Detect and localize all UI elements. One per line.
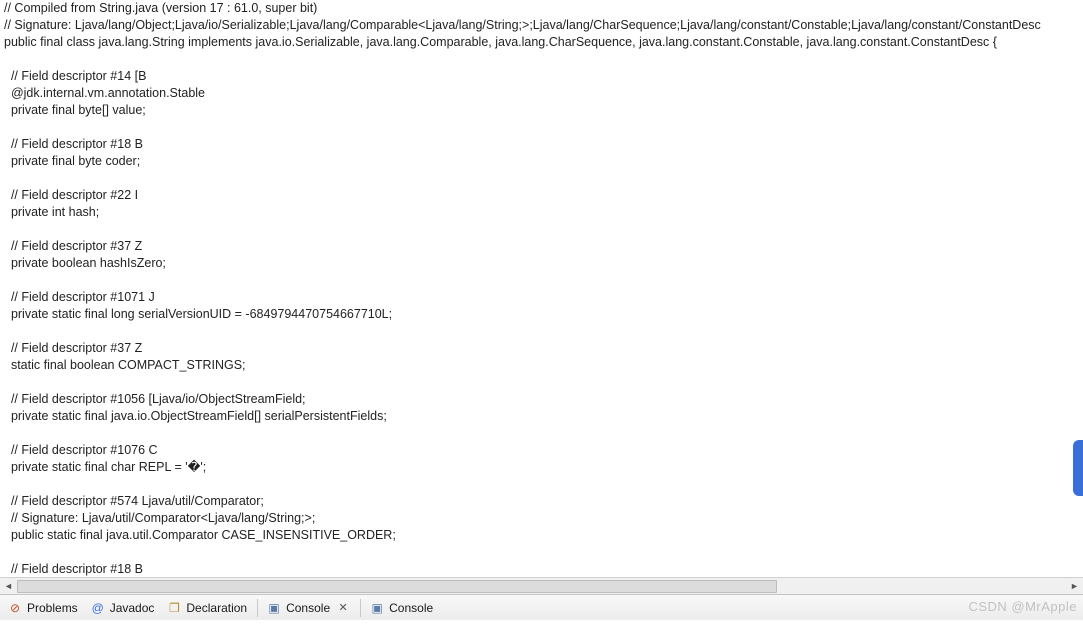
code-line: // Field descriptor #18 B [4, 136, 1079, 153]
code-line [4, 272, 1079, 289]
tab-separator [257, 599, 258, 617]
code-line: // Field descriptor #574 Ljava/util/Comp… [4, 493, 1079, 510]
scroll-thumb[interactable] [17, 580, 777, 593]
code-line: // Field descriptor #14 [B [4, 68, 1079, 85]
code-line: // Field descriptor #1071 J [4, 289, 1079, 306]
code-line: public final class java.lang.String impl… [4, 34, 1079, 51]
code-line: // Compiled from String.java (version 17… [4, 0, 1079, 17]
problems-icon: ⊘ [7, 600, 23, 616]
code-line: // Field descriptor #18 B [4, 561, 1079, 578]
horizontal-scrollbar[interactable]: ◄ ► [0, 577, 1083, 594]
tab-label: Declaration [186, 601, 247, 615]
scroll-left-arrow[interactable]: ◄ [0, 578, 17, 595]
scroll-track[interactable] [17, 578, 1066, 595]
side-handle-widget[interactable] [1073, 440, 1083, 496]
code-line: private final byte[] value; [4, 102, 1079, 119]
code-line [4, 374, 1079, 391]
scroll-right-arrow[interactable]: ► [1066, 578, 1083, 595]
tab-declaration[interactable]: ❐ Declaration [161, 597, 254, 619]
code-line [4, 51, 1079, 68]
code-line [4, 119, 1079, 136]
code-line: // Field descriptor #37 Z [4, 238, 1079, 255]
code-line: // Field descriptor #22 I [4, 187, 1079, 204]
code-line: private int hash; [4, 204, 1079, 221]
code-line: private static final java.io.ObjectStrea… [4, 408, 1079, 425]
code-line [4, 221, 1079, 238]
code-line: private static final long serialVersionU… [4, 306, 1079, 323]
tab-problems[interactable]: ⊘ Problems [2, 597, 85, 619]
tab-separator [360, 599, 361, 617]
code-line: // Signature: Ljava/util/Comparator<Ljav… [4, 510, 1079, 527]
declaration-icon: ❐ [166, 600, 182, 616]
code-line: // Signature: Ljava/lang/Object;Ljava/io… [4, 17, 1079, 34]
code-line [4, 476, 1079, 493]
code-line [4, 544, 1079, 561]
console-icon: ▣ [266, 600, 282, 616]
tab-javadoc[interactable]: @ Javadoc [85, 597, 162, 619]
tab-label: Console [389, 601, 433, 615]
tab-console-active[interactable]: ▣ Console ✕ [261, 597, 357, 619]
tab-console-2[interactable]: ▣ Console [364, 597, 440, 619]
views-tabbar: ⊘ Problems @ Javadoc ❐ Declaration ▣ Con… [0, 594, 1083, 620]
code-line: // Field descriptor #1076 C [4, 442, 1079, 459]
code-editor-viewport[interactable]: // Compiled from String.java (version 17… [0, 0, 1083, 594]
code-line: @jdk.internal.vm.annotation.Stable [4, 85, 1079, 102]
code-line [4, 323, 1079, 340]
console-icon: ▣ [369, 600, 385, 616]
code-line: // Field descriptor #37 Z [4, 340, 1079, 357]
code-line: // Field descriptor #1056 [Ljava/io/Obje… [4, 391, 1079, 408]
code-line: private boolean hashIsZero; [4, 255, 1079, 272]
code-content: // Compiled from String.java (version 17… [0, 0, 1083, 594]
watermark-text: CSDN @MrApple [968, 599, 1077, 614]
tab-label: Javadoc [110, 601, 155, 615]
code-line: private final byte coder; [4, 153, 1079, 170]
code-line [4, 170, 1079, 187]
code-line [4, 425, 1079, 442]
tab-label: Problems [27, 601, 78, 615]
code-line: static final boolean COMPACT_STRINGS; [4, 357, 1079, 374]
javadoc-icon: @ [90, 600, 106, 616]
code-line: public static final java.util.Comparator… [4, 527, 1079, 544]
tab-label: Console [286, 601, 330, 615]
code-line: private static final char REPL = '�'; [4, 459, 1079, 476]
close-icon[interactable]: ✕ [336, 601, 350, 615]
